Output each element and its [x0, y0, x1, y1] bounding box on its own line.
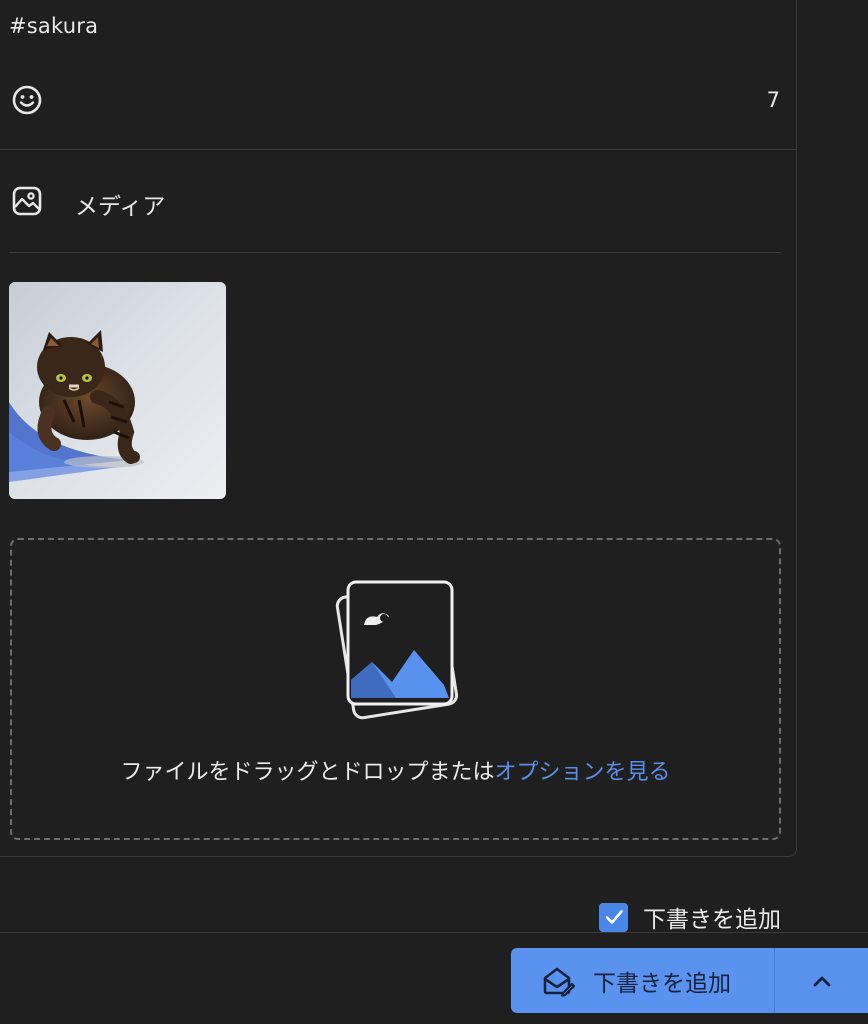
upload-illustration-icon — [335, 580, 459, 720]
emoji-button[interactable] — [11, 84, 43, 116]
hashtag-text[interactable]: #sakura — [9, 14, 98, 38]
divider — [0, 932, 868, 933]
more-options-button[interactable] — [775, 948, 868, 1013]
media-section-header: メディア — [11, 183, 165, 220]
checkbox-checked[interactable] — [599, 902, 628, 932]
dropzone-text: ファイルをドラッグとドロップまたはオプションを見る — [12, 754, 779, 786]
composer-page: #sakura 7 メディア ファイルをドラッグとドロップまたはオプションを見る… — [0, 0, 868, 1024]
divider — [0, 149, 796, 150]
add-draft-button[interactable]: 下書きを追加 — [511, 948, 774, 1013]
divider — [9, 252, 781, 253]
cat-in-snow-image — [9, 282, 226, 499]
image-icon — [11, 185, 43, 217]
add-draft-split-button: 下書きを追加 — [511, 948, 868, 1013]
chevron-up-icon — [813, 976, 830, 986]
add-draft-checkbox-label: 下書きを追加 — [643, 907, 781, 933]
file-dropzone[interactable]: ファイルをドラッグとドロップまたはオプションを見る — [10, 538, 781, 840]
smiley-icon — [12, 85, 42, 115]
see-options-link[interactable]: オプションを見る — [495, 760, 671, 785]
add-draft-button-label: 下書きを追加 — [593, 970, 731, 997]
add-draft-checkbox[interactable]: 下書きを追加 — [599, 900, 781, 934]
envelope-edit-icon — [543, 967, 575, 997]
character-count: 7 — [766, 88, 780, 112]
media-thumbnail[interactable] — [9, 282, 226, 499]
checkmark-icon — [605, 910, 623, 924]
media-label: メディア — [75, 194, 166, 220]
dropzone-instruction: ファイルをドラッグとドロップまたは — [120, 760, 495, 785]
